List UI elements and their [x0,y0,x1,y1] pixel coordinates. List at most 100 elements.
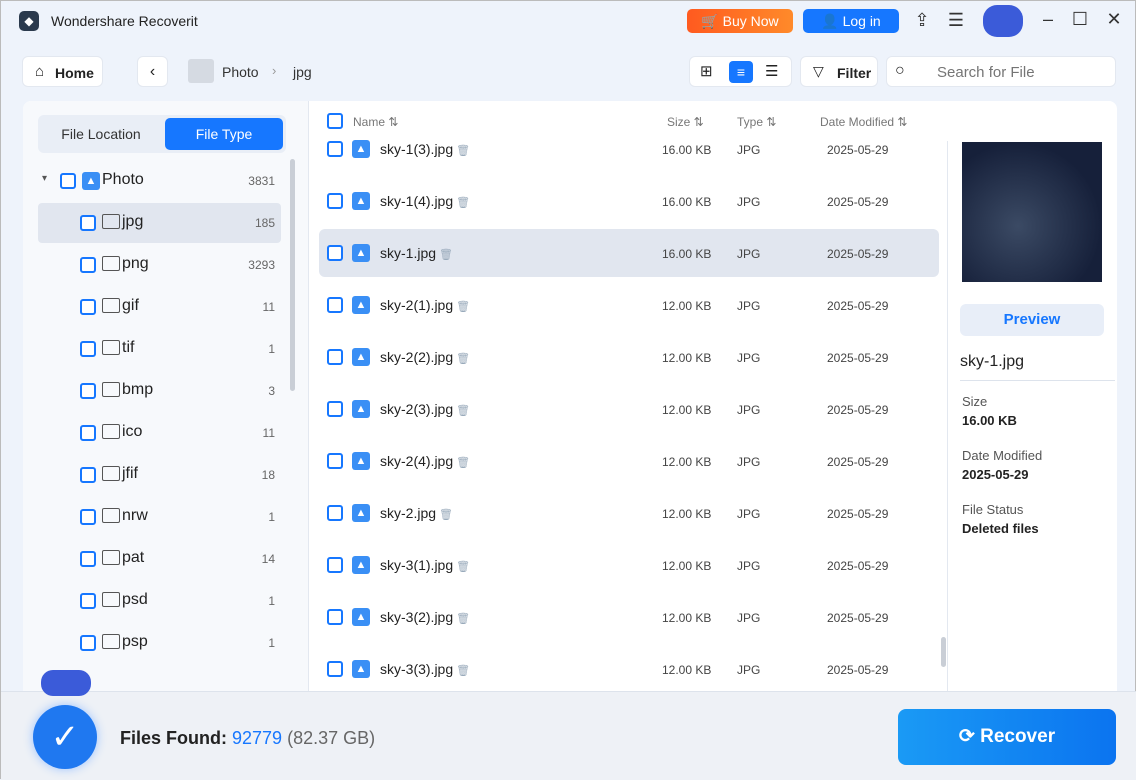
checkbox[interactable] [80,383,96,399]
robot-avatar[interactable] [983,5,1023,37]
file-type: JPG [737,455,761,469]
file-name: sky-2(4).jpg [380,453,454,469]
checkbox[interactable] [80,341,96,357]
file-name: sky-1(3).jpg [380,141,454,157]
divider [947,141,948,691]
minimize-icon[interactable]: – [1037,9,1059,30]
tree-item-label: ico [122,423,143,440]
checkbox[interactable] [327,609,343,625]
checkbox[interactable] [60,173,76,189]
deleted-trash-icon: 🗑 [456,613,471,625]
tree-item-count: 1 [268,636,275,650]
tree-item-png[interactable]: png 3293 [38,245,281,285]
preview-button[interactable]: Preview [960,304,1104,336]
file-row[interactable]: ▲ sky-1(3).jpg 🗑 16.00 KB JPG 2025-05-29 [319,125,939,173]
tree-item-tif[interactable]: tif 1 [38,329,281,369]
file-row[interactable]: ▲ sky-3(1).jpg 🗑 12.00 KB JPG 2025-05-29 [319,541,939,589]
checkbox[interactable] [80,509,96,525]
home-icon: ⌂ [35,63,45,80]
close-icon[interactable]: ✕ [1103,9,1125,30]
checkbox[interactable] [80,299,96,315]
files-found-count: 92779 [232,728,283,748]
checkbox[interactable] [80,215,96,231]
list-scrollbar[interactable] [941,637,946,667]
file-size: 12.00 KB [662,351,712,365]
search-input[interactable] [937,62,1107,82]
checkbox[interactable] [80,467,96,483]
tree-item-jfif[interactable]: jfif 18 [38,455,281,495]
tab-file-location[interactable]: File Location [42,118,160,150]
file-date: 2025-05-29 [827,507,889,521]
checkbox[interactable] [327,453,343,469]
tree-item-psd[interactable]: psd 1 [38,581,281,621]
upload-icon[interactable]: ⇪ [911,10,933,31]
folder-icon [102,298,120,313]
checkbox[interactable] [327,193,343,209]
tree-item-gif[interactable]: gif 11 [38,287,281,327]
breadcrumb-jpg[interactable]: jpg [293,64,312,80]
back-button[interactable]: ‹ [137,56,168,87]
size-value: 16.00 KB [962,413,1017,428]
checkbox[interactable] [80,593,96,609]
checkbox[interactable] [80,425,96,441]
file-row[interactable]: ▲ sky-1(4).jpg 🗑 16.00 KB JPG 2025-05-29 [319,177,939,225]
file-row[interactable]: ▲ sky-2(4).jpg 🗑 12.00 KB JPG 2025-05-29 [319,437,939,485]
file-size: 12.00 KB [662,663,712,677]
file-type: JPG [737,663,761,677]
sidebar-tabs: File Location File Type [38,115,286,153]
caret-down-icon[interactable]: ▾ [42,173,47,184]
file-row[interactable]: ▲ sky-3(2).jpg 🗑 12.00 KB JPG 2025-05-29 [319,593,939,641]
file-type: JPG [737,195,761,209]
sidebar-scrollbar[interactable] [290,159,295,391]
tree-item-jpg[interactable]: jpg 185 [38,203,281,243]
file-type: JPG [737,611,761,625]
folder-icon [102,382,120,397]
checkbox[interactable] [327,661,343,677]
tree-item-ico[interactable]: ico 11 [38,413,281,453]
tree-item-label: bmp [122,381,154,398]
checkbox[interactable] [327,297,343,313]
menu-icon[interactable]: ☰ [945,10,967,31]
checkbox[interactable] [80,635,96,651]
checkbox[interactable] [80,257,96,273]
breadcrumb-photo[interactable]: Photo [222,64,259,80]
file-date: 2025-05-29 [827,559,889,573]
grid-view-icon[interactable]: ⊞ [700,62,713,80]
tree-item-bmp[interactable]: bmp 3 [38,371,281,411]
file-row[interactable]: ▲ sky-3(3).jpg 🗑 12.00 KB JPG 2025-05-29 [319,645,939,693]
tree-item-label: jfif [122,465,138,482]
tree-item-psp[interactable]: psp 1 [38,623,281,663]
file-row[interactable]: ▲ sky-2(3).jpg 🗑 12.00 KB JPG 2025-05-29 [319,385,939,433]
file-row[interactable]: ▲ sky-2.jpg 🗑 12.00 KB JPG 2025-05-29 [319,489,939,537]
file-date: 2025-05-29 [827,455,889,469]
checkbox[interactable] [327,349,343,365]
robot-mascot [41,670,91,696]
maximize-icon[interactable]: ☐ [1069,9,1091,30]
file-date: 2025-05-29 [827,143,889,157]
checkbox[interactable] [327,401,343,417]
search-box[interactable]: ○ [886,56,1116,87]
home-button[interactable]: ⌂ Home [22,56,103,87]
login-button[interactable]: 👤 Log in [803,9,899,33]
filter-button[interactable]: ▽ Filter [800,56,878,87]
checkbox[interactable] [327,557,343,573]
folder-icon [102,340,120,355]
file-row[interactable]: ▲ sky-1.jpg 🗑 16.00 KB JPG 2025-05-29 [319,229,939,277]
checkbox[interactable] [327,141,343,157]
file-size: 12.00 KB [662,455,712,469]
checkbox[interactable] [80,551,96,567]
deleted-trash-icon: 🗑 [456,561,471,573]
tab-file-type[interactable]: File Type [165,118,283,150]
checkbox[interactable] [327,245,343,261]
status-value: Deleted files [962,521,1039,536]
recover-button[interactable]: ⟳ Recover [898,709,1116,765]
file-row[interactable]: ▲ sky-2(2).jpg 🗑 12.00 KB JPG 2025-05-29 [319,333,939,381]
checkbox[interactable] [327,505,343,521]
tree-item-nrw[interactable]: nrw 1 [38,497,281,537]
tree-item-pat[interactable]: pat 14 [38,539,281,579]
buy-now-button[interactable]: 🛒 Buy Now [687,9,793,33]
list-view-icon[interactable]: ☰ [765,62,778,80]
file-row[interactable]: ▲ sky-2(1).jpg 🗑 12.00 KB JPG 2025-05-29 [319,281,939,329]
tree-item-photo[interactable]: ▾ ▲ Photo 3831 [38,161,281,201]
detail-view-icon[interactable]: ≡ [729,61,753,83]
